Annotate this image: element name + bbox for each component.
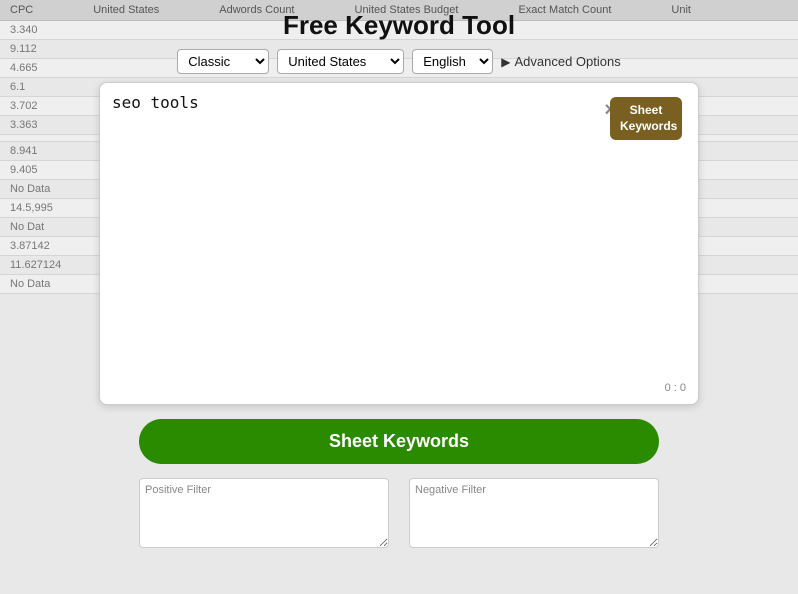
char-count: 0 : 0 xyxy=(112,382,686,394)
filter-row: Positive Filter Negative Filter xyxy=(139,478,659,553)
negative-filter-input[interactable] xyxy=(409,478,659,548)
keyword-input[interactable]: seo tools xyxy=(112,93,686,373)
textarea-wrapper: seo tools × Sheet Keywords xyxy=(112,93,686,378)
sheet-keywords-main-button[interactable]: Sheet Keywords xyxy=(139,419,659,464)
page-title: Free Keyword Tool xyxy=(283,10,515,41)
positive-filter-input[interactable] xyxy=(139,478,389,548)
negative-filter-box: Negative Filter xyxy=(409,478,659,553)
play-icon: ▶ xyxy=(501,55,510,69)
language-select[interactable]: EnglishSpanishFrenchGerman xyxy=(412,49,493,74)
mode-select[interactable]: ClassicAdvanced xyxy=(177,49,269,74)
input-panel: seo tools × Sheet Keywords 0 : 0 xyxy=(99,82,699,405)
advanced-options[interactable]: ▶ Advanced Options xyxy=(501,54,620,69)
advanced-options-label: Advanced Options xyxy=(515,54,621,69)
sheet-keywords-small-button[interactable]: Sheet Keywords xyxy=(610,97,682,140)
overlay-panel: Free Keyword Tool ClassicAdvanced United… xyxy=(0,0,798,594)
toolbar: ClassicAdvanced United StatesUnited King… xyxy=(177,49,620,74)
country-select[interactable]: United StatesUnited KingdomCanadaAustral… xyxy=(277,49,404,74)
positive-filter-box: Positive Filter xyxy=(139,478,389,553)
